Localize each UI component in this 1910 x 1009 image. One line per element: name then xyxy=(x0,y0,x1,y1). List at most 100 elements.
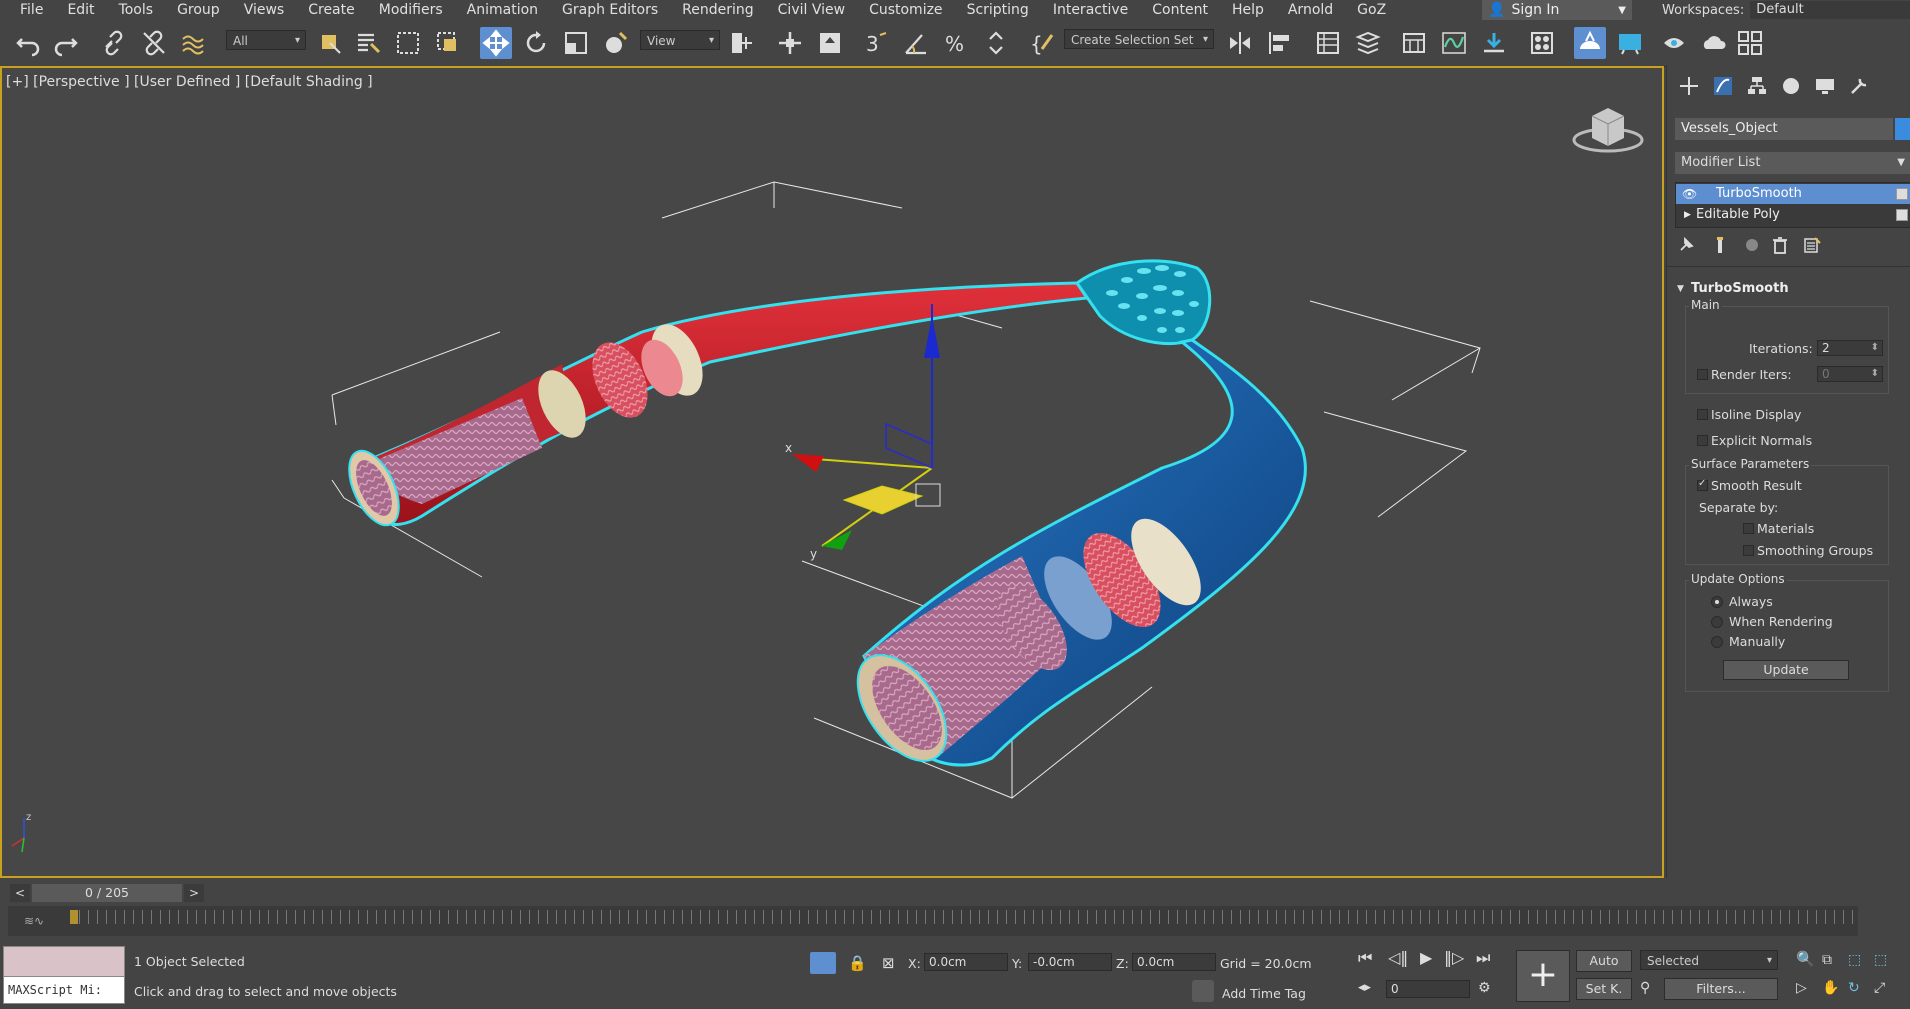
toggle-scene-explorer-icon[interactable] xyxy=(1312,27,1344,59)
window-crossing-icon[interactable] xyxy=(432,27,464,59)
menu-edit[interactable]: Edit xyxy=(55,0,106,20)
isolate-selection-icon[interactable] xyxy=(810,952,836,974)
always-radio[interactable] xyxy=(1711,596,1723,608)
menu-goz[interactable]: GoZ xyxy=(1345,0,1398,20)
menu-modifiers[interactable]: Modifiers xyxy=(367,0,455,20)
menu-create[interactable]: Create xyxy=(296,0,367,20)
motion-tab-icon[interactable] xyxy=(1775,72,1807,100)
selection-filter-dropdown[interactable]: All xyxy=(226,30,306,51)
stack-item-toggle[interactable] xyxy=(1896,209,1908,221)
unlink-icon[interactable] xyxy=(138,27,170,59)
modify-tab-icon[interactable] xyxy=(1707,72,1739,100)
make-unique-icon[interactable] xyxy=(1743,236,1761,258)
bind-spacewarp-icon[interactable] xyxy=(178,27,210,59)
zoom-icon[interactable]: 🔍 xyxy=(1796,950,1815,968)
capillary-bed[interactable] xyxy=(1074,259,1212,346)
toggle-layer-explorer-icon[interactable] xyxy=(1352,27,1384,59)
next-frame-button[interactable]: > xyxy=(184,884,204,902)
hierarchy-tab-icon[interactable] xyxy=(1741,72,1773,100)
autodesk-a360-gallery-icon[interactable] xyxy=(1734,27,1766,59)
reference-coord-system-dropdown[interactable]: View xyxy=(640,30,720,51)
add-time-tag[interactable]: Add Time Tag xyxy=(1222,986,1306,1001)
next-key-icon[interactable]: ‖▷ xyxy=(1444,948,1464,967)
z-coordinate-field[interactable]: 0.0cm xyxy=(1132,953,1216,971)
absolute-mode-icon[interactable]: ⊠ xyxy=(882,954,895,972)
remove-modifier-icon[interactable] xyxy=(1771,236,1789,258)
menu-arnold[interactable]: Arnold xyxy=(1276,0,1345,20)
menu-graph-editors[interactable]: Graph Editors xyxy=(550,0,670,20)
ribbon-icon[interactable] xyxy=(1398,27,1430,59)
time-configuration-icon[interactable]: ⚙ xyxy=(1478,980,1491,996)
rectangular-selection-icon[interactable] xyxy=(392,27,424,59)
go-to-start-icon[interactable]: ⏮ xyxy=(1358,948,1372,968)
rollout-collapse-icon[interactable]: ▼ xyxy=(1677,284,1684,294)
render-setup-icon[interactable] xyxy=(1574,27,1606,59)
select-and-move-icon[interactable] xyxy=(480,27,512,59)
play-icon[interactable]: ▶ xyxy=(1420,948,1432,967)
undo-icon[interactable] xyxy=(12,27,44,59)
zoom-extents-all-icon[interactable]: ⬚ xyxy=(1874,952,1887,968)
modifier-list-dropdown[interactable]: Modifier List ▼ xyxy=(1675,152,1910,174)
key-filters-button[interactable]: Filters... xyxy=(1664,978,1778,1000)
create-selection-set-dropdown[interactable]: Create Selection Set xyxy=(1064,29,1214,50)
menu-interactive[interactable]: Interactive xyxy=(1041,0,1140,20)
menu-customize[interactable]: Customize xyxy=(857,0,955,20)
stack-item-toggle[interactable] xyxy=(1896,188,1908,200)
workspaces-select[interactable]: Default xyxy=(1750,1,1910,19)
zoom-extents-icon[interactable]: ⬚ xyxy=(1848,952,1861,968)
selection-set-dropdown[interactable]: Selected xyxy=(1640,950,1778,971)
render-production-icon[interactable] xyxy=(1658,27,1690,59)
time-tag-icon[interactable] xyxy=(1192,980,1214,1002)
show-end-result-icon[interactable] xyxy=(1711,236,1729,258)
prev-frame-button[interactable]: < xyxy=(10,884,30,902)
select-object-icon[interactable] xyxy=(314,27,346,59)
default-in-out-tangents-icon[interactable]: + xyxy=(1516,950,1570,1002)
smooth-result-checkbox[interactable]: ✓ xyxy=(1697,478,1708,491)
material-editor-icon[interactable] xyxy=(1526,27,1558,59)
vein-vessel[interactable] xyxy=(840,338,1307,777)
select-and-scale-icon[interactable] xyxy=(560,27,592,59)
select-by-name-icon[interactable] xyxy=(352,27,384,59)
menu-civil-view[interactable]: Civil View xyxy=(766,0,857,20)
render-iters-spinner[interactable]: 0 xyxy=(1817,366,1883,382)
sign-in-button[interactable]: 👤 Sign In ▼ xyxy=(1482,0,1632,20)
explicit-normals-checkbox[interactable] xyxy=(1697,435,1708,446)
menu-content[interactable]: Content xyxy=(1140,0,1220,20)
maxscript-mini-listener[interactable]: MAXScript Mi: xyxy=(3,976,125,1004)
select-and-rotate-icon[interactable] xyxy=(520,27,552,59)
schematic-view-icon[interactable] xyxy=(1478,27,1510,59)
when-rendering-radio[interactable] xyxy=(1711,616,1723,628)
expand-arrow-icon[interactable]: ▶ xyxy=(1684,205,1691,225)
select-and-manipulate-icon[interactable] xyxy=(774,27,806,59)
key-mode-toggle-icon[interactable]: ◂▸ xyxy=(1358,980,1371,995)
pan-view-icon[interactable]: ✋ xyxy=(1822,980,1839,996)
angle-snap-icon[interactable] xyxy=(900,27,932,59)
update-button[interactable]: Update xyxy=(1723,660,1849,680)
pin-stack-icon[interactable] xyxy=(1677,236,1695,258)
redo-icon[interactable] xyxy=(50,27,82,59)
spinner-snap-icon[interactable] xyxy=(980,27,1012,59)
perspective-viewport[interactable]: [+] [Perspective ] [User Defined ] [Defa… xyxy=(0,66,1664,878)
current-frame-marker[interactable] xyxy=(70,910,78,924)
edit-named-selection-icon[interactable]: { xyxy=(1026,27,1058,59)
render-iters-checkbox[interactable] xyxy=(1697,369,1708,380)
time-slider[interactable]: 0 / 205 xyxy=(32,884,182,902)
align-icon[interactable] xyxy=(1264,27,1296,59)
select-and-place-icon[interactable] xyxy=(600,27,632,59)
rollout-title-turbosmooth[interactable]: TurboSmooth xyxy=(1691,281,1789,296)
manually-radio[interactable] xyxy=(1711,636,1723,648)
isoline-display-checkbox[interactable] xyxy=(1697,409,1708,420)
x-coordinate-field[interactable]: 0.0cm xyxy=(924,953,1008,971)
link-icon[interactable] xyxy=(98,27,130,59)
object-name-field[interactable]: Vessels_Object xyxy=(1675,118,1893,140)
go-to-end-icon[interactable]: ⏭ xyxy=(1476,948,1490,968)
zoom-all-icon[interactable]: ⧉ xyxy=(1822,952,1832,968)
menu-file[interactable]: File xyxy=(8,0,55,20)
menu-animation[interactable]: Animation xyxy=(455,0,550,20)
eye-icon[interactable]: 👁 xyxy=(1682,184,1697,204)
create-tab-icon[interactable] xyxy=(1673,72,1705,100)
menu-help[interactable]: Help xyxy=(1220,0,1276,20)
menu-views[interactable]: Views xyxy=(232,0,297,20)
maximize-viewport-icon[interactable]: ⤢ xyxy=(1874,980,1885,996)
curve-editor-mini-icon[interactable]: ≋∿ xyxy=(24,914,44,928)
